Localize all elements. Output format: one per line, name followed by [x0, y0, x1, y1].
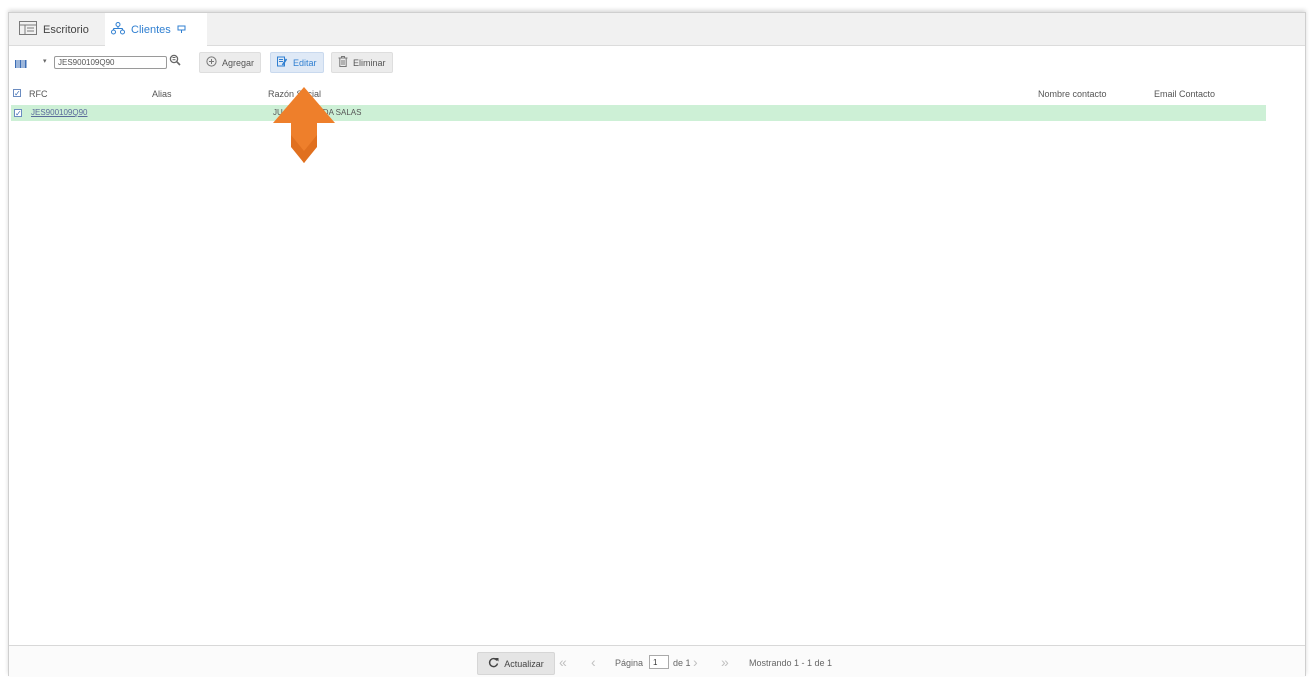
trash-icon [338, 56, 348, 69]
pin-icon[interactable] [177, 24, 186, 36]
tab-escritorio[interactable]: Escritorio [17, 13, 107, 46]
edit-button-label: Editar [293, 57, 317, 68]
refresh-icon [488, 657, 499, 670]
column-header-nombre-contacto[interactable]: Nombre contacto [1038, 89, 1107, 99]
select-all-checkbox[interactable]: ✓ [13, 89, 21, 98]
page-total: de 1 [673, 658, 691, 668]
table-row[interactable]: ✓ JES900109Q90 JUAN ESTRADA SALAS [11, 105, 1266, 121]
tab-escritorio-label: Escritorio [43, 23, 89, 36]
tab-bar: Escritorio Clientes [9, 13, 1305, 46]
edit-icon [277, 56, 288, 69]
column-header-rfc[interactable]: RFC [29, 89, 48, 99]
delete-button-label: Eliminar [353, 57, 386, 68]
pagination-bar: Actualizar « ‹ Página 1 de 1 › » Mostran… [9, 645, 1305, 677]
page-number-input[interactable]: 1 [649, 655, 669, 669]
first-page-icon[interactable]: « [559, 654, 567, 670]
row-rfc-link[interactable]: JES900109Q90 [31, 108, 88, 117]
desktop-icon [19, 21, 37, 38]
toolbar: ▾ JES900109Q90 Agregar Editar Eliminar [9, 51, 1305, 75]
column-header-email-contacto[interactable]: Email Contacto [1154, 89, 1215, 99]
app-window: Escritorio Clientes ▾ JES900109Q90 Agreg… [8, 12, 1306, 677]
page-label: Página [615, 658, 644, 668]
column-header-alias[interactable]: Alias [152, 89, 172, 99]
tab-clientes[interactable]: Clientes [105, 13, 207, 46]
refresh-button[interactable]: Actualizar [477, 652, 555, 675]
edit-button[interactable]: Editar [270, 52, 324, 73]
plus-circle-icon [206, 56, 217, 69]
add-button-label: Agregar [222, 57, 255, 68]
previous-page-icon[interactable]: ‹ [591, 654, 596, 670]
tab-clientes-label: Clientes [131, 23, 171, 36]
last-page-icon[interactable]: » [721, 654, 729, 670]
row-checkbox[interactable]: ✓ [14, 109, 22, 118]
next-page-icon[interactable]: › [693, 654, 698, 670]
barcode-icon[interactable] [15, 56, 27, 74]
dropdown-caret-icon[interactable]: ▾ [43, 57, 47, 65]
search-input[interactable]: JES900109Q90 [54, 56, 167, 69]
showing-count: Mostrando 1 - 1 de 1 [749, 658, 833, 668]
add-button[interactable]: Agregar [199, 52, 262, 73]
search-icon[interactable] [169, 54, 183, 72]
network-icon [111, 21, 125, 38]
refresh-label: Actualizar [504, 658, 544, 669]
annotation-arrow-icon [273, 87, 335, 163]
delete-button[interactable]: Eliminar [331, 52, 393, 73]
